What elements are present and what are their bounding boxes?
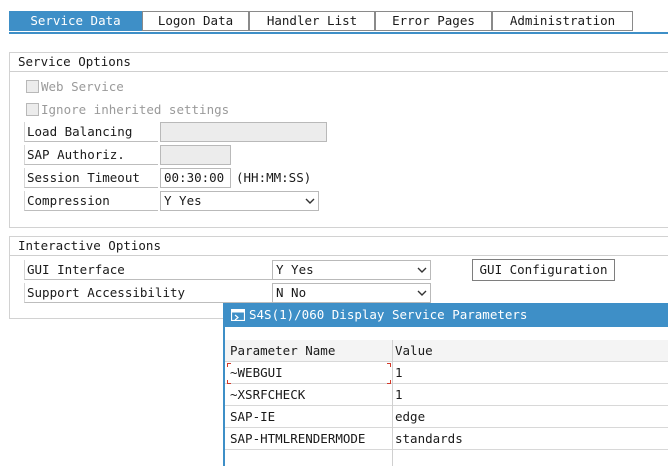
parameter-name-cell: SAP-HTMLRENDERMODE xyxy=(230,431,366,446)
interactive-options-title: Interactive Options xyxy=(16,238,163,253)
selection-corner-mark xyxy=(227,380,231,384)
support-accessibility-value: N No xyxy=(276,285,307,300)
display-service-parameters-dialog: S4S(1)/060 Display Service Parameters Pa… xyxy=(223,303,668,466)
compression-value: Y Yes xyxy=(164,193,202,208)
table-row-empty[interactable] xyxy=(225,450,668,466)
gui-interface-value: Y Yes xyxy=(276,262,314,277)
table-row[interactable]: SAP-HTMLRENDERMODE standards xyxy=(225,428,668,450)
session-timeout-format: (HH:MM:SS) xyxy=(236,170,312,185)
session-timeout-field[interactable]: 00:30:00 xyxy=(160,168,231,188)
compression-label: Compression xyxy=(24,191,158,211)
sap-authoriz-label: SAP Authoriz. xyxy=(24,145,158,165)
support-accessibility-label: Support Accessibility xyxy=(24,283,272,303)
dialog-title: S4S(1)/060 Display Service Parameters xyxy=(249,307,528,322)
column-header-value[interactable]: Value xyxy=(392,340,668,362)
chevron-down-icon xyxy=(417,267,427,273)
parameter-name-cell: ~XSRFCHECK xyxy=(230,387,306,402)
service-options-title: Service Options xyxy=(16,54,133,69)
window-icon xyxy=(231,309,245,321)
chevron-down-icon xyxy=(417,290,427,296)
web-service-checkbox[interactable] xyxy=(26,80,39,93)
column-header-parameter-name[interactable]: Parameter Name xyxy=(227,340,392,362)
interactive-options-divider xyxy=(10,255,668,256)
gui-interface-select[interactable]: Y Yes xyxy=(272,260,431,280)
parameter-value-cell: edge xyxy=(395,409,426,424)
chevron-down-icon xyxy=(305,198,315,204)
table-row[interactable]: ~WEBGUI 1 xyxy=(225,362,668,384)
selection-corner-mark xyxy=(227,363,231,367)
sap-authoriz-field xyxy=(160,145,231,165)
parameter-name-cell: ~WEBGUI xyxy=(230,365,283,380)
selection-corner-mark xyxy=(387,380,391,384)
compression-select[interactable]: Y Yes xyxy=(160,191,319,211)
parameter-name-cell: SAP-IE xyxy=(230,409,276,424)
table-row[interactable]: ~XSRFCHECK 1 xyxy=(225,384,668,406)
ignore-inherited-checkbox[interactable] xyxy=(26,103,39,116)
tab-logon-data[interactable]: Logon Data xyxy=(142,11,249,31)
tab-handler-list[interactable]: Handler List xyxy=(249,11,375,31)
parameter-value-cell: 1 xyxy=(395,365,403,380)
parameter-value-cell: standards xyxy=(395,431,463,446)
session-timeout-label: Session Timeout xyxy=(24,168,158,188)
grid-header-row: Parameter Name Value xyxy=(225,340,668,362)
support-accessibility-select[interactable]: N No xyxy=(272,283,431,303)
load-balancing-label: Load Balancing xyxy=(24,122,158,142)
web-service-label: Web Service xyxy=(41,79,124,94)
tab-strip-underline xyxy=(9,32,668,34)
parameter-value-cell: 1 xyxy=(395,387,403,402)
tab-administration[interactable]: Administration xyxy=(492,11,633,31)
service-options-divider xyxy=(10,71,668,72)
tab-error-pages[interactable]: Error Pages xyxy=(375,11,492,31)
ignore-inherited-label: Ignore inherited settings xyxy=(41,102,230,117)
load-balancing-field xyxy=(160,122,327,142)
tab-service-data[interactable]: Service Data xyxy=(9,11,142,31)
table-row[interactable]: SAP-IE edge xyxy=(225,406,668,428)
gui-interface-label: GUI Interface xyxy=(24,260,272,280)
dialog-title-bar[interactable]: S4S(1)/060 Display Service Parameters xyxy=(225,303,668,327)
gui-configuration-button[interactable]: GUI Configuration xyxy=(472,259,615,281)
selection-corner-mark xyxy=(387,363,391,367)
column-separator xyxy=(392,340,393,466)
